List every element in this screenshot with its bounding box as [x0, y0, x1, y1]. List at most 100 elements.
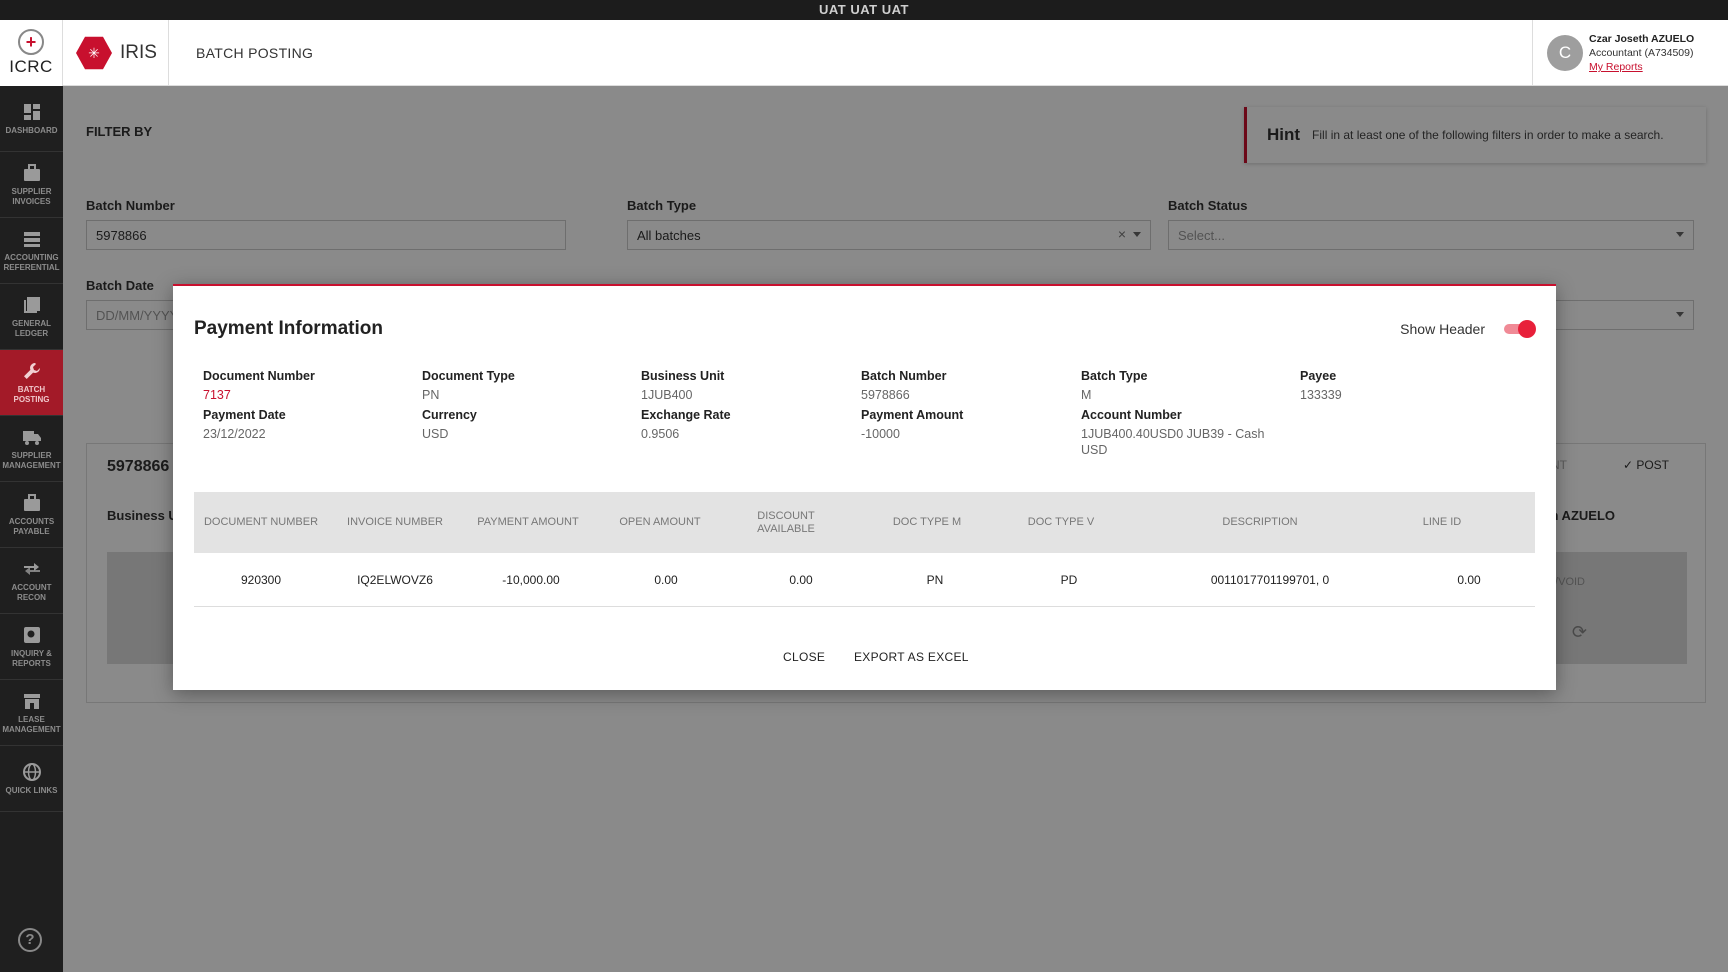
column-header[interactable]: PAYMENT AMOUNT — [462, 492, 594, 553]
sidebar-item-account-recon[interactable]: ACCOUNT RECON — [0, 548, 63, 614]
sidebar-item-supplier-management[interactable]: SUPPLIER MANAGEMENT — [0, 416, 63, 482]
batch-number-field: Batch Number 5978866 — [861, 368, 1071, 403]
avatar[interactable]: C — [1547, 35, 1583, 71]
column-header[interactable]: DOC TYPE M — [860, 492, 994, 553]
info-label: Currency — [422, 408, 477, 422]
info-value: USD — [422, 427, 449, 441]
sidebar-item-general-ledger[interactable]: GENERAL LEDGER — [0, 284, 63, 350]
column-header[interactable]: DISCOUNT AVAILABLE — [734, 492, 838, 553]
book-icon — [22, 295, 42, 315]
info-value: 0.9506 — [641, 427, 680, 441]
user-name: Czar Joseth AZUELO — [1589, 33, 1695, 45]
payment-lines-table: DOCUMENT NUMBER INVOICE NUMBER PAYMENT A… — [194, 492, 1535, 607]
info-value: 1JUB400 — [641, 388, 693, 402]
sidebar-item-label: ACCOUNT RECON — [11, 582, 52, 602]
sidebar-item-label: SUPPLIER MANAGEMENT — [2, 450, 61, 470]
app-brand[interactable]: ✳ IRIS — [63, 20, 169, 86]
case-icon — [22, 493, 42, 513]
export-excel-button[interactable]: EXPORT AS EXCEL — [854, 650, 969, 664]
table-cell: -10,000.00 — [502, 573, 560, 587]
wrench-icon — [22, 361, 42, 381]
search-icon — [22, 625, 42, 645]
globe-icon — [22, 762, 42, 782]
environment-banner: UAT UAT UAT — [0, 0, 1728, 20]
info-label: Batch Number — [861, 369, 947, 383]
dashboard-icon — [22, 102, 42, 122]
batch-type-field: Batch Type M — [1081, 368, 1291, 403]
column-header[interactable]: DESCRIPTION — [1128, 492, 1392, 553]
modal-title: Payment Information — [194, 318, 383, 339]
sidebar-item-label: BATCH POSTING — [13, 384, 50, 404]
table-cell: 0.00 — [789, 573, 813, 587]
user-role: Accountant (A734509) — [1589, 47, 1694, 59]
sidebar-item-label: GENERAL LEDGER — [11, 318, 52, 338]
table-cell: 920300 — [240, 573, 282, 587]
help-icon[interactable]: ? — [18, 928, 42, 952]
payment-information-modal: Payment Information Show Header Document… — [173, 284, 1556, 690]
sidebar-item-dashboard[interactable]: DASHBOARD — [0, 86, 63, 152]
table-cell: IQ2ELWOVZ6 — [357, 573, 433, 587]
iris-logo-icon: ✳ — [76, 36, 112, 70]
table-cell: PD — [1060, 573, 1078, 587]
show-header-toggle[interactable] — [1502, 319, 1536, 339]
icrc-emblem-icon: + — [18, 29, 44, 55]
sidebar-item-label: INQUIRY & REPORTS — [11, 648, 52, 668]
table-cell: 0.00 — [1457, 573, 1481, 587]
table-cell: 0011017701199701, 0 — [1210, 573, 1330, 587]
payee-field: Payee 133339 — [1300, 368, 1510, 403]
sidebar-item-supplier-invoices[interactable]: SUPPLIER INVOICES — [0, 152, 63, 218]
sidebar-item-label: QUICK LINKS — [5, 785, 58, 795]
column-header[interactable]: OPEN AMOUNT — [594, 492, 726, 553]
sidebar-item-label: DASHBOARD — [5, 125, 58, 135]
info-value: M — [1081, 388, 1092, 402]
info-label: Payment Date — [203, 408, 286, 422]
sidebar-item-lease-management[interactable]: LEASE MANAGEMENT — [0, 680, 63, 746]
my-reports-link[interactable]: My Reports — [1589, 60, 1694, 74]
account-number-field: Account Number 1JUB400.40USD0 JUB39 - Ca… — [1081, 407, 1271, 458]
app-name: IRIS — [120, 42, 157, 63]
sidebar-item-accounts-payable[interactable]: ACCOUNTS PAYABLE — [0, 482, 63, 548]
currency-field: Currency USD — [422, 407, 632, 442]
info-label: Business Unit — [641, 369, 725, 383]
sidebar-item-quick-links[interactable]: QUICK LINKS — [0, 746, 63, 812]
column-header[interactable]: LINE ID — [1392, 492, 1492, 553]
info-value: 5978866 — [861, 388, 910, 402]
info-label: Document Type — [422, 369, 515, 383]
sidebar-item-label: ACCOUNTS PAYABLE — [8, 516, 55, 536]
sidebar-item-accounting-referential[interactable]: ACCOUNTING REFERENTIAL — [0, 218, 63, 284]
user-menu[interactable]: C Czar Joseth AZUELO Accountant (A734509… — [1532, 20, 1728, 86]
sidebar-item-label: SUPPLIER INVOICES — [11, 186, 52, 206]
icrc-logo[interactable]: + ICRC — [0, 20, 63, 86]
table-header: DOCUMENT NUMBER INVOICE NUMBER PAYMENT A… — [194, 492, 1535, 553]
table-cell: PN — [926, 573, 944, 587]
column-header[interactable]: DOCUMENT NUMBER — [194, 492, 328, 553]
payment-date-field: Payment Date 23/12/2022 — [203, 407, 413, 442]
logo-text: ICRC — [9, 57, 53, 76]
sidebar-item-label: ACCOUNTING REFERENTIAL — [3, 252, 60, 272]
table-row[interactable]: 920300 IQ2ELWOVZ6 -10,000.00 0.00 0.00 P… — [194, 553, 1535, 607]
info-label: Account Number — [1081, 408, 1182, 422]
info-value[interactable]: 7137 — [203, 387, 413, 403]
info-label: Payment Amount — [861, 408, 964, 422]
info-label: Payee — [1300, 369, 1337, 383]
close-button[interactable]: CLOSE — [783, 650, 825, 664]
sidebar-item-batch-posting[interactable]: BATCH POSTING — [0, 350, 63, 416]
arrows-icon — [22, 559, 42, 579]
store-icon — [22, 691, 42, 711]
page-title: BATCH POSTING — [196, 45, 314, 61]
info-label: Exchange Rate — [641, 408, 731, 422]
document-number-field: Document Number 7137 — [203, 368, 413, 403]
info-value: 1JUB400.40USD0 JUB39 - Cash USD — [1081, 427, 1265, 457]
info-value: -10000 — [861, 427, 900, 441]
top-bar: ✳ IRIS BATCH POSTING C Czar Joseth AZUEL… — [63, 20, 1728, 86]
column-header[interactable]: DOC TYPE V — [994, 492, 1128, 553]
column-header[interactable]: INVOICE NUMBER — [328, 492, 462, 553]
sidebar-item-inquiry-reports[interactable]: INQUIRY & REPORTS — [0, 614, 63, 680]
toggle-knob — [1518, 320, 1536, 338]
table-cell: 0.00 — [654, 573, 678, 587]
stack-icon — [22, 229, 42, 249]
info-label: Batch Type — [1081, 369, 1148, 383]
document-type-field: Document Type PN — [422, 368, 632, 403]
truck-icon — [22, 427, 42, 447]
exchange-rate-field: Exchange Rate 0.9506 — [641, 407, 851, 442]
